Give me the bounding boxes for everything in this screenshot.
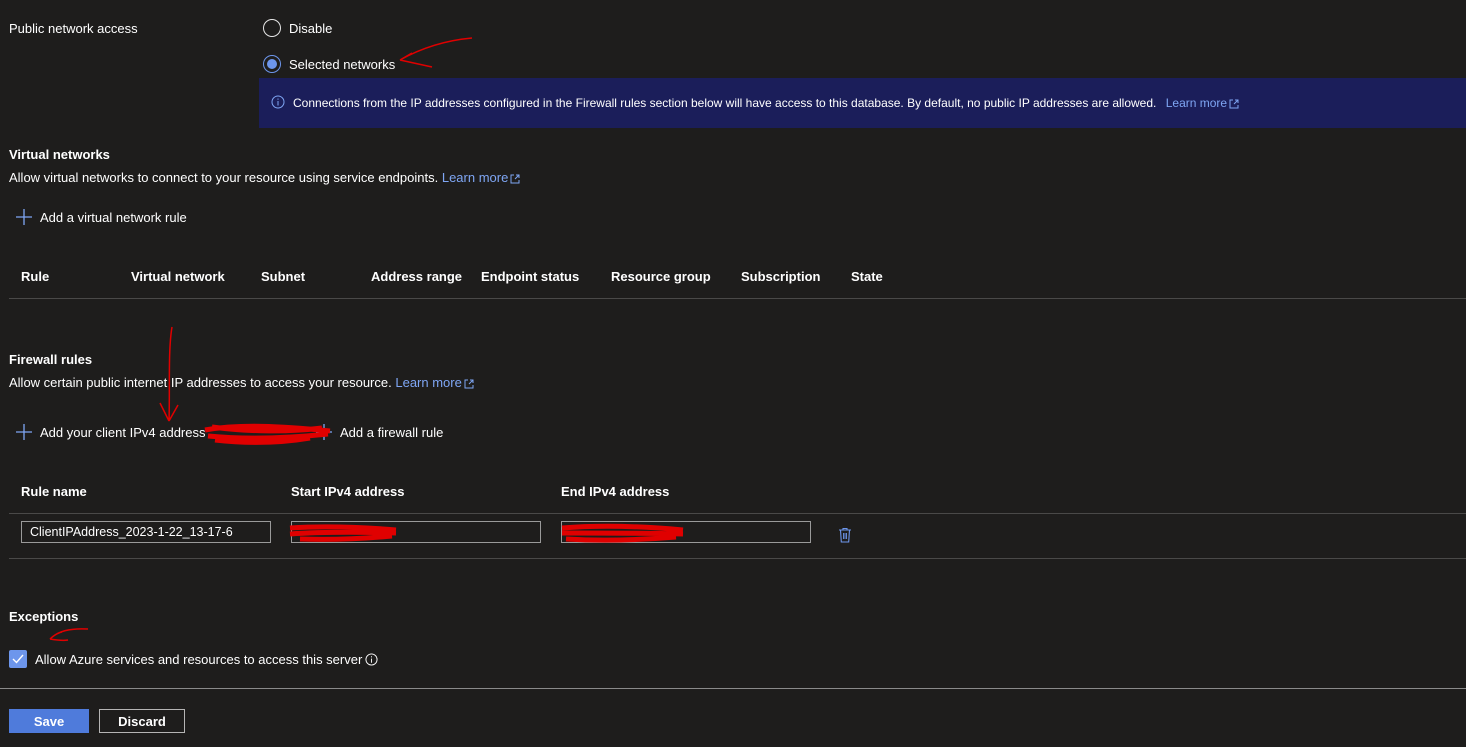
- firewall-rules-description-text: Allow certain public internet IP address…: [9, 375, 392, 390]
- vnet-col-address-range: Address range: [371, 269, 463, 284]
- allow-azure-services-checkbox-row[interactable]: Allow Azure services and resources to ac…: [9, 650, 378, 668]
- public-network-access-label: Public network access: [9, 21, 138, 36]
- info-banner-text: Connections from the IP addresses config…: [293, 96, 1239, 110]
- plus-icon: [16, 209, 32, 225]
- redaction-mark: [204, 423, 331, 445]
- info-learn-more-link[interactable]: Learn more: [1166, 96, 1239, 110]
- info-banner-message: Connections from the IP addresses config…: [293, 96, 1157, 110]
- info-icon[interactable]: [365, 652, 378, 666]
- radio-disable-circle[interactable]: [263, 19, 281, 37]
- add-virtual-network-rule-button[interactable]: Add a virtual network rule: [16, 209, 187, 225]
- radio-disable-label: Disable: [289, 20, 333, 36]
- add-virtual-network-rule-label: Add a virtual network rule: [40, 209, 187, 225]
- end-ip-input[interactable]: [561, 521, 811, 543]
- virtual-networks-title: Virtual networks: [9, 147, 110, 162]
- exceptions-title: Exceptions: [9, 609, 79, 624]
- fw-col-end-ip: End IPv4 address: [561, 484, 670, 499]
- save-button[interactable]: Save: [9, 709, 89, 733]
- firewall-rules-description: Allow certain public internet IP address…: [9, 375, 474, 390]
- vnet-table-divider: [9, 298, 1466, 299]
- add-client-ipv4-button[interactable]: Add your client IPv4 address: [16, 424, 205, 440]
- vnet-col-state: State: [851, 269, 883, 284]
- fw-table-header-divider: [9, 513, 1466, 514]
- checkmark-icon: [12, 654, 24, 664]
- annotation-arrow-icon: [399, 37, 473, 68]
- vnet-col-resource-group: Resource group: [611, 269, 711, 284]
- radio-selected-networks-label: Selected networks: [289, 56, 396, 72]
- radio-selected-networks[interactable]: Selected networks: [263, 55, 395, 73]
- vnet-col-endpoint-status: Endpoint status: [481, 269, 580, 284]
- annotation-arrow-icon: [159, 326, 179, 422]
- radio-selected-networks-circle[interactable]: [263, 55, 281, 73]
- virtual-networks-description: Allow virtual networks to connect to you…: [9, 170, 520, 185]
- vnet-col-rule: Rule: [21, 269, 50, 284]
- firewall-rules-title: Firewall rules: [9, 352, 93, 367]
- add-client-ipv4-label: Add your client IPv4 address: [40, 424, 206, 440]
- fw-col-rule-name: Rule name: [21, 484, 87, 499]
- firewall-learn-more-link[interactable]: Learn more: [395, 375, 474, 390]
- virtual-networks-learn-more-link[interactable]: Learn more: [442, 170, 520, 185]
- fw-table-bottom-divider: [9, 558, 1466, 559]
- vnet-col-subnet: Subnet: [261, 269, 306, 284]
- allow-azure-services-label: Allow Azure services and resources to ac…: [35, 651, 363, 667]
- annotation-arrow-icon: [49, 628, 89, 642]
- add-firewall-rule-label: Add a firewall rule: [340, 424, 444, 440]
- footer-divider: [0, 688, 1466, 689]
- external-link-icon: [510, 174, 520, 184]
- discard-button[interactable]: Discard: [99, 709, 185, 733]
- vnet-col-subscription: Subscription: [741, 269, 821, 284]
- plus-icon: [316, 424, 332, 440]
- allow-azure-services-checkbox[interactable]: [9, 650, 27, 668]
- start-ip-input[interactable]: [291, 521, 541, 543]
- info-banner: Connections from the IP addresses config…: [259, 78, 1466, 128]
- info-icon: [271, 95, 285, 112]
- plus-icon: [16, 424, 32, 440]
- vnet-col-virtual-network: Virtual network: [131, 269, 225, 284]
- rule-name-input[interactable]: [21, 521, 271, 543]
- radio-disable[interactable]: Disable: [263, 19, 332, 37]
- virtual-networks-description-text: Allow virtual networks to connect to you…: [9, 170, 439, 185]
- external-link-icon: [464, 379, 474, 389]
- add-firewall-rule-button[interactable]: Add a firewall rule: [316, 424, 443, 440]
- trash-icon[interactable]: [838, 527, 852, 546]
- external-link-icon: [1229, 99, 1239, 109]
- fw-col-start-ip: Start IPv4 address: [291, 484, 405, 499]
